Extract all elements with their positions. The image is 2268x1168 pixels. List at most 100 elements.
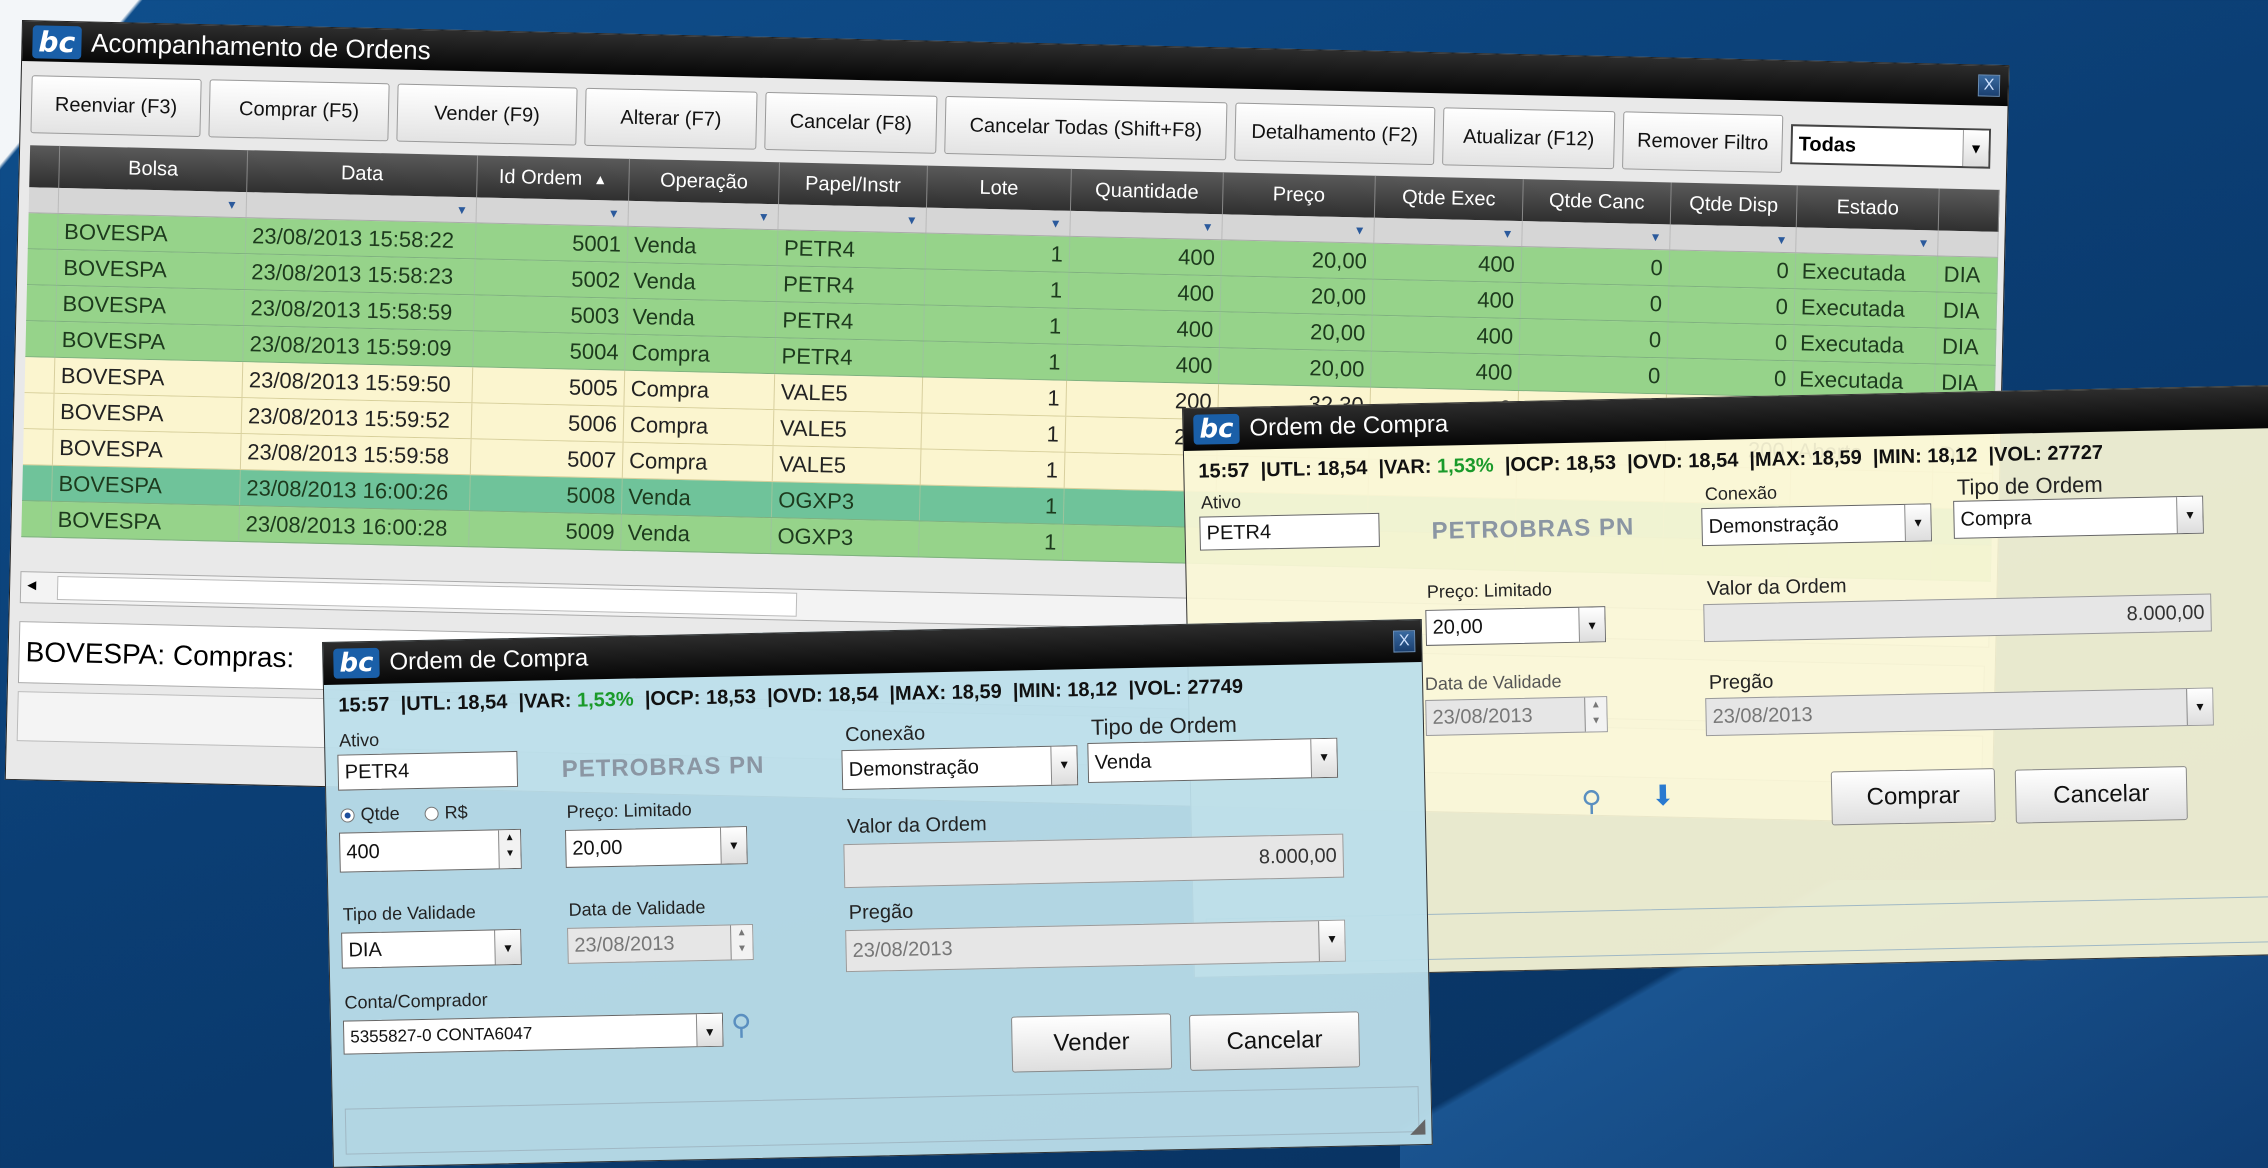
arrow-down-icon[interactable]: ⬇ <box>1651 779 1675 812</box>
data-validade-field[interactable]: 23/08/2013 ▲ ▼ <box>1425 696 1608 736</box>
column-header[interactable]: Estado <box>1796 185 1940 231</box>
edit-button[interactable]: Alterar (F7) <box>584 87 758 150</box>
filter-dropdown-icon[interactable]: ▼ <box>1522 221 1671 250</box>
data-validade-value: 23/08/2013 <box>1432 704 1533 729</box>
column-header-id-ordem[interactable]: Id Ordem ▲ <box>477 155 631 201</box>
filter-dropdown-icon[interactable]: ▼ <box>246 192 478 223</box>
cancel-order-button[interactable]: Cancelar (F8) <box>764 91 938 154</box>
chevron-down-icon[interactable]: ▼ <box>1962 130 1989 167</box>
column-header[interactable]: Bolsa <box>59 145 249 193</box>
cancel-button[interactable]: Cancelar <box>2014 766 2188 824</box>
cell-papel: OGXP3 <box>771 518 920 557</box>
cell-disp: 0 <box>1666 358 1794 397</box>
ativo-label: Ativo <box>338 729 380 751</box>
cell-data: 23/08/2013 16:00:26 <box>240 470 471 511</box>
cell-bolsa: BOVESPA <box>55 321 245 362</box>
chevron-down-icon[interactable]: ▼ <box>1310 738 1338 778</box>
filter-dropdown-icon[interactable]: ▼ <box>1070 210 1223 240</box>
resend-button[interactable]: Reenviar (F3) <box>30 75 202 138</box>
column-header[interactable]: Quantidade <box>1070 168 1224 215</box>
row-selector-header[interactable] <box>29 145 61 188</box>
column-header[interactable]: Preço <box>1222 172 1376 218</box>
column-header[interactable]: Lote <box>926 165 1072 211</box>
details-button[interactable]: Detalhamento (F2) <box>1234 102 1436 166</box>
scrollbar-thumb[interactable] <box>56 575 798 617</box>
cell-bolsa: BOVESPA <box>56 285 245 326</box>
row-selector <box>22 429 54 465</box>
column-header[interactable]: Qtde Exec <box>1374 175 1524 222</box>
ativo-input[interactable]: PETR4 <box>1199 512 1380 551</box>
radio-rs[interactable]: R$ <box>424 802 468 823</box>
tipo-ordem-value: Compra <box>1960 506 2032 531</box>
chevron-down-icon[interactable]: ▼ <box>494 929 521 965</box>
conexao-select[interactable]: Demonstração ▼ <box>1701 503 1932 547</box>
filter-dropdown-icon[interactable]: ▼ <box>476 197 630 226</box>
filter-dropdown-icon[interactable]: ▼ <box>1670 224 1797 253</box>
chevron-down-icon[interactable]: ▼ <box>719 827 747 864</box>
chevron-down-icon[interactable]: ▼ <box>2176 496 2203 534</box>
tipo-ordem-select[interactable]: Compra ▼ <box>1953 495 2204 539</box>
cell-id: 5005 <box>472 367 626 406</box>
cell-bolsa: BOVESPA <box>52 465 241 506</box>
date-spinner-icon[interactable]: ▲ ▼ <box>1584 697 1607 732</box>
cell-canc: 0 <box>1519 319 1669 358</box>
filter-dropdown-icon[interactable]: ▼ <box>1222 214 1375 243</box>
quote-vol: |VOL: 27727 <box>1988 441 2104 467</box>
cell-qtd: 400 <box>1067 308 1221 348</box>
chevron-down-icon[interactable]: ▼ <box>1050 746 1078 785</box>
cell-op: Compra <box>622 442 774 482</box>
conexao-select[interactable]: Demonstração ▼ <box>841 745 1079 791</box>
data-validade-field[interactable]: 23/08/2013 ▲ ▼ <box>567 924 754 964</box>
chevron-down-icon[interactable]: ▼ <box>695 1013 723 1047</box>
preco-select[interactable]: 20,00 ▼ <box>1425 606 1606 646</box>
close-button[interactable]: X <box>1392 630 1416 653</box>
conexao-value: Demonstração <box>1708 512 1839 538</box>
close-button[interactable]: X <box>1977 74 2001 97</box>
cancel-all-button[interactable]: Cancelar Todas (Shift+F8) <box>944 95 1228 161</box>
cell-id: 5001 <box>475 223 629 262</box>
filter-dropdown-icon[interactable]: ▼ <box>628 200 780 230</box>
filter-dropdown-icon[interactable]: ▼ <box>1796 227 1939 256</box>
radio-qtde[interactable]: Qtde <box>340 803 400 825</box>
conexao-label: Conexão <box>1704 482 1778 505</box>
column-header[interactable]: Qtde Disp <box>1670 182 1798 228</box>
quantity-stepper[interactable]: 400 ▲ ▼ <box>338 828 522 873</box>
quote-max: |MAX: 18,59 <box>1749 446 1862 472</box>
column-header[interactable]: Operação <box>629 158 780 205</box>
filter-dropdown-icon[interactable]: ▼ <box>778 204 927 233</box>
column-header[interactable]: Papel/Instr <box>779 162 928 208</box>
sell-button[interactable]: Vender (F9) <box>396 83 578 146</box>
cell-papel: VALE5 <box>772 446 922 485</box>
quantity-spinner-icon[interactable]: ▲ ▼ <box>497 829 521 869</box>
cell-qtd: 400 <box>1068 272 1222 312</box>
chevron-down-icon[interactable]: ▼ <box>1904 504 1931 541</box>
search-icon[interactable]: ⚲ <box>731 1008 752 1041</box>
cell-lote: 1 <box>919 521 1064 560</box>
preco-select[interactable]: 20,00 ▼ <box>564 826 748 868</box>
cancel-button[interactable]: Cancelar <box>1189 1011 1361 1071</box>
radio-qtde-label: Qtde <box>360 803 400 825</box>
column-header[interactable]: Qtde Canc <box>1522 179 1672 225</box>
conexao-label: Conexão <box>844 722 926 747</box>
conta-select[interactable]: 5355827-0 CONTA6047 ▼ <box>342 1012 724 1055</box>
buy-button[interactable]: Comprar (F5) <box>208 79 390 142</box>
ativo-input[interactable]: PETR4 <box>337 750 519 791</box>
column-header[interactable]: Data <box>247 150 479 198</box>
sell-button[interactable]: Vender <box>1010 1013 1173 1073</box>
chevron-down-icon[interactable]: ▼ <box>1578 607 1605 642</box>
filter-dropdown-icon[interactable]: ▼ <box>926 207 1071 236</box>
filter-dropdown-icon[interactable]: ▼ <box>58 187 248 218</box>
tipo-validade-select[interactable]: DIA ▼ <box>341 928 522 969</box>
tipo-ordem-select[interactable]: Venda ▼ <box>1087 737 1339 783</box>
status-filter-select[interactable]: Todas ▼ <box>1790 124 1992 169</box>
filter-dropdown-icon[interactable]: ▼ <box>1374 217 1523 247</box>
date-spinner-icon[interactable]: ▲ ▼ <box>730 925 753 960</box>
conta-value: 5355827-0 CONTA6047 <box>350 1023 533 1047</box>
row-selector <box>24 357 56 393</box>
buy-button[interactable]: Comprar <box>1830 768 1996 826</box>
search-icon[interactable]: ⚲ <box>1581 784 1602 817</box>
scroll-left-icon[interactable]: ◂ <box>27 574 36 595</box>
resize-grip-icon[interactable]: ◢ <box>1410 1113 1426 1138</box>
refresh-button[interactable]: Atualizar (F12) <box>1442 107 1616 170</box>
remove-filter-button[interactable]: Remover Filtro <box>1622 111 1784 173</box>
